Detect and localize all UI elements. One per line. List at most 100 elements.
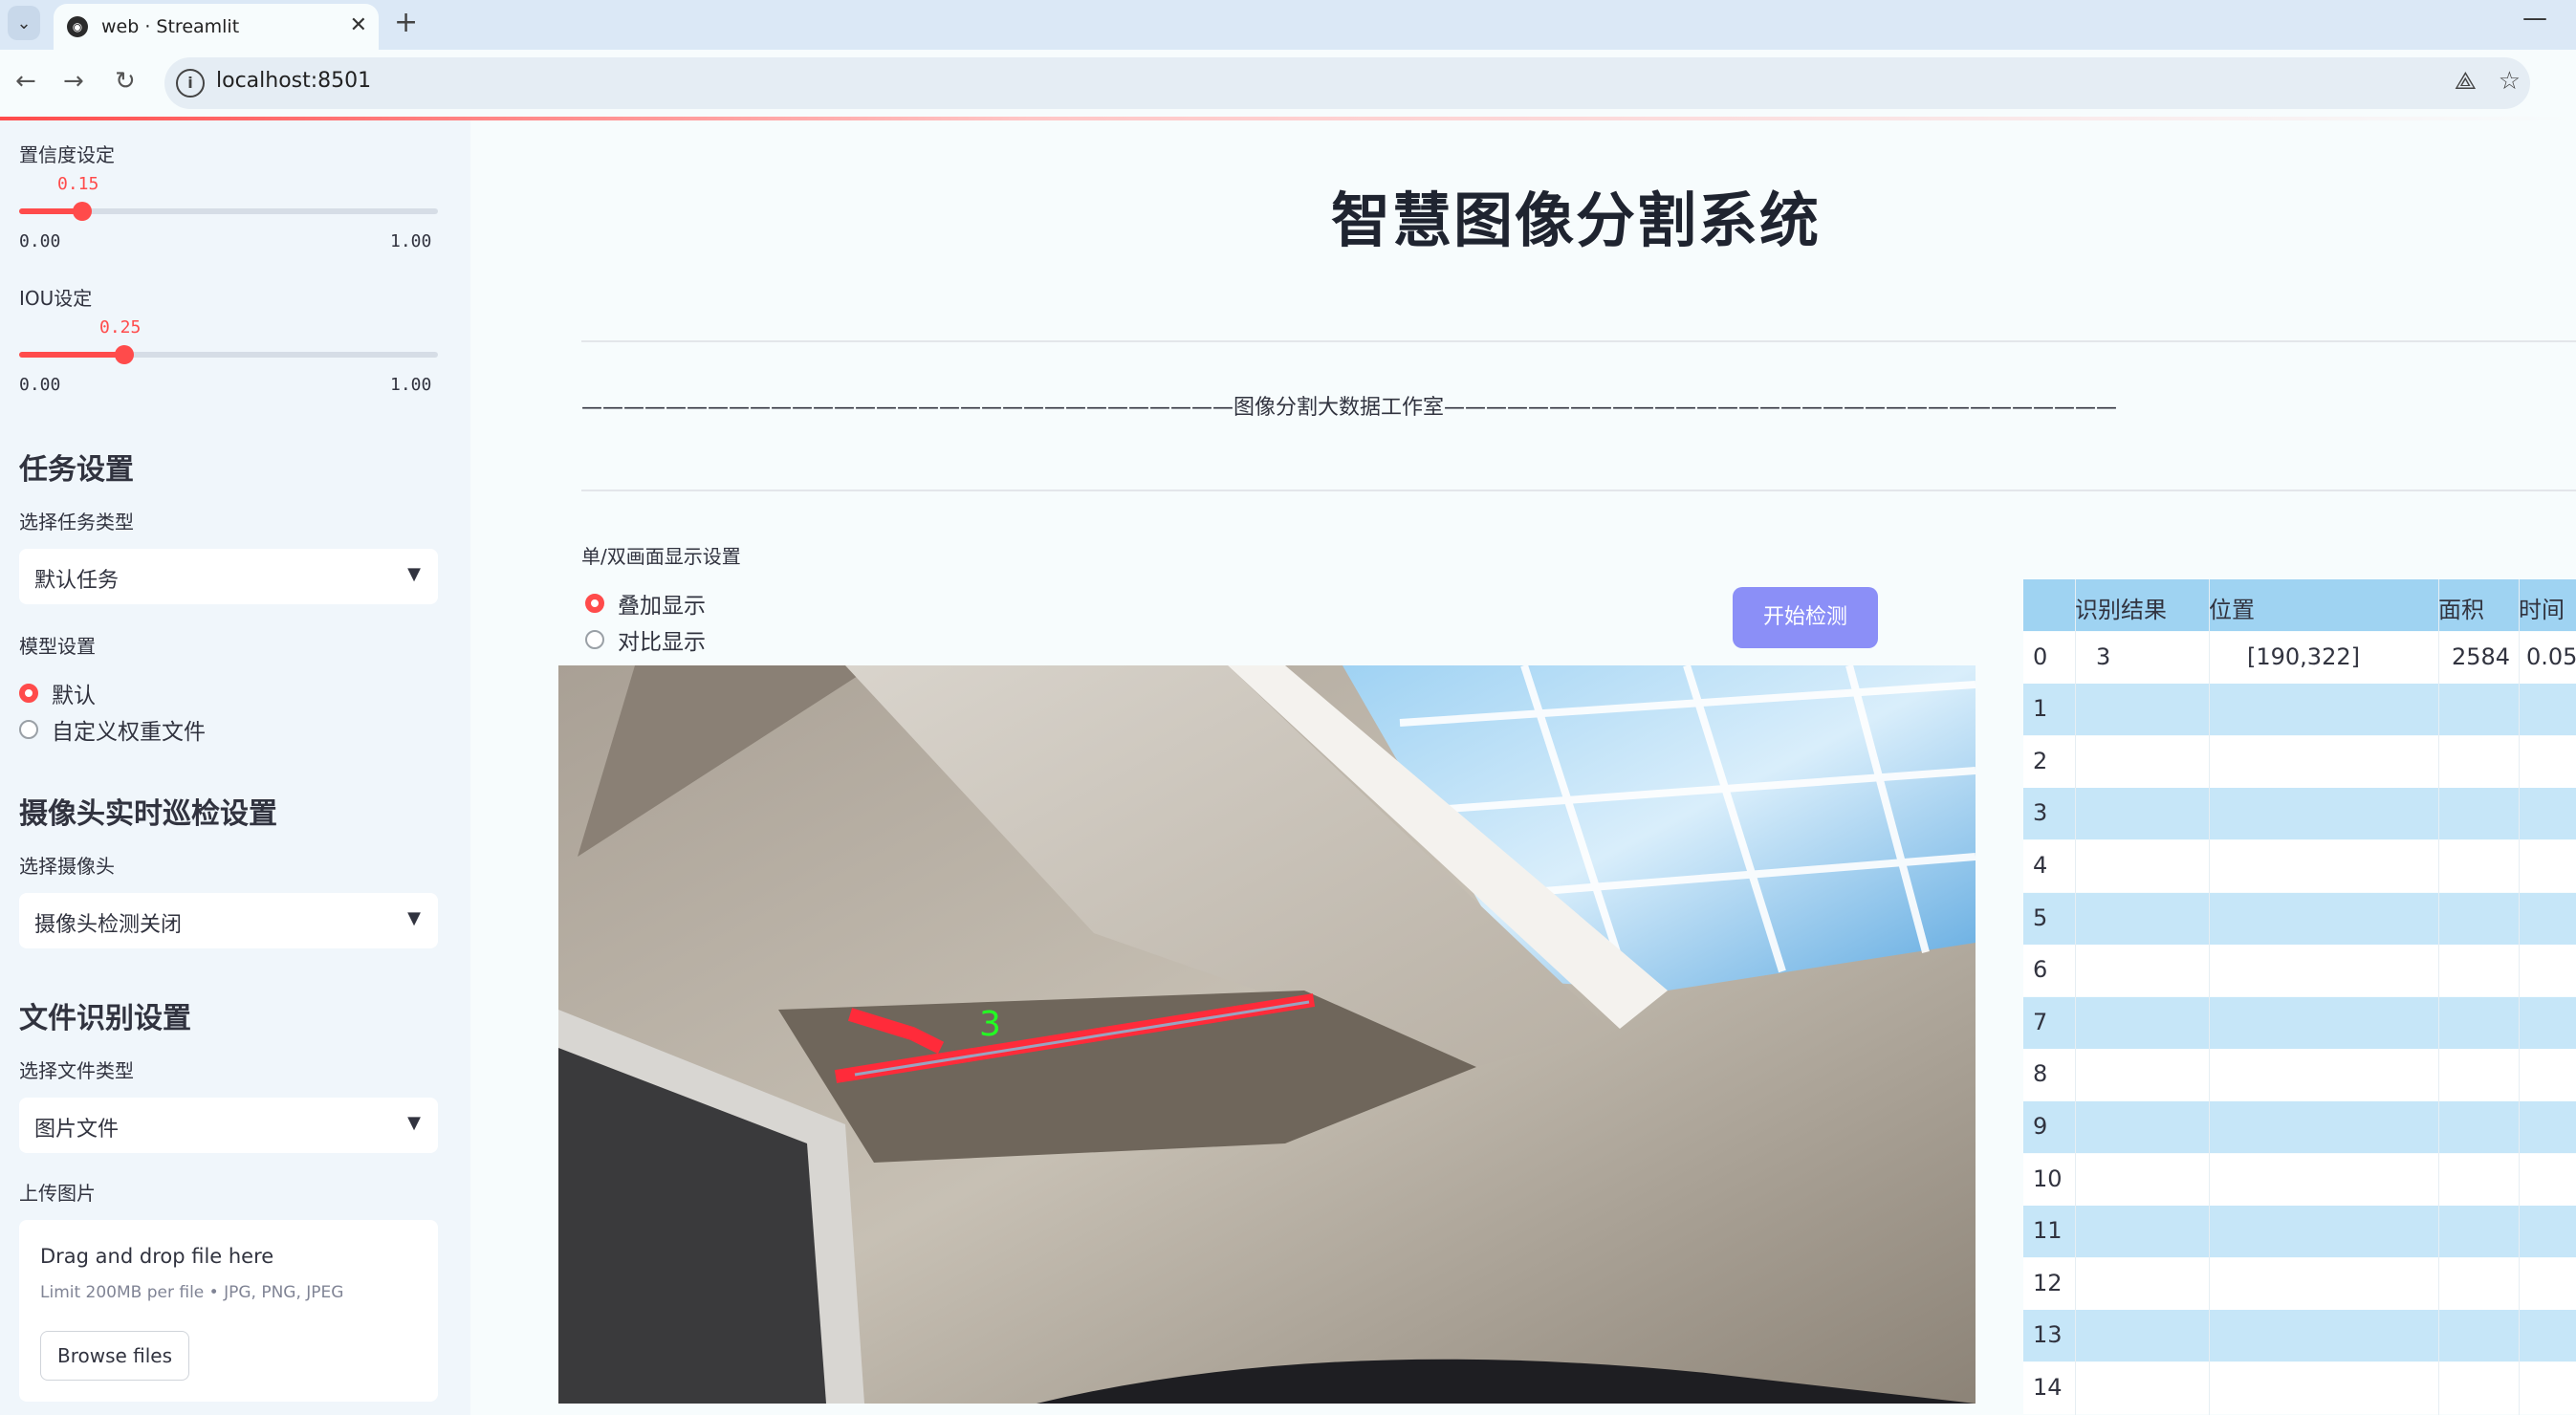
task-type-value: 默认任务 <box>34 569 120 593</box>
chevron-down-icon: ▼ <box>407 1113 421 1133</box>
row-index: 1 <box>2033 695 2048 723</box>
table-row[interactable]: 13 <box>2023 1310 2576 1362</box>
chevron-down-icon: ▼ <box>407 564 421 584</box>
upload-label: 上传图片 <box>19 1182 96 1205</box>
table-header-cell[interactable]: 识别结果 <box>2075 591 2167 624</box>
iou-label: IOU设定 <box>19 287 93 310</box>
table-header-cell[interactable]: 面积 <box>2438 591 2484 624</box>
table-row[interactable]: 2 <box>2023 735 2576 788</box>
table-cell: 2584 <box>2452 642 2511 670</box>
table-row[interactable]: 12 <box>2023 1257 2576 1310</box>
chevron-down-icon: ▼ <box>407 908 421 928</box>
table-column-divider <box>2209 579 2210 1415</box>
confidence-min: 0.00 <box>19 231 61 251</box>
file-type-label: 选择文件类型 <box>19 1059 134 1082</box>
new-tab-icon[interactable]: + <box>394 6 418 39</box>
table-row[interactable]: 14 <box>2023 1362 2576 1414</box>
browse-files-button[interactable]: Browse files <box>40 1331 189 1381</box>
close-tab-icon[interactable]: ✕ <box>350 13 367 37</box>
table-cell: 0.05 <box>2526 642 2576 670</box>
iou-value: 0.25 <box>99 317 142 337</box>
start-detection-button[interactable]: 开始检测 <box>1733 587 1878 648</box>
site-info-icon[interactable]: i <box>176 69 205 98</box>
table-column-divider <box>2075 579 2076 1415</box>
table-row[interactable]: 8 <box>2023 1049 2576 1101</box>
table-header-cell[interactable]: 时间 <box>2519 591 2565 624</box>
confidence-slider[interactable] <box>19 202 438 221</box>
row-index: 13 <box>2033 1321 2063 1349</box>
table-column-divider <box>2438 579 2439 1415</box>
file-uploader-dropzone[interactable]: Drag and drop file here Limit 200MB per … <box>19 1220 438 1402</box>
confidence-max: 1.00 <box>390 231 432 251</box>
row-index: 6 <box>2033 956 2048 984</box>
camera-settings-heading: 摄像头实时巡检设置 <box>19 797 277 831</box>
task-type-label: 选择任务类型 <box>19 511 134 533</box>
table-row[interactable]: 9 <box>2023 1101 2576 1153</box>
table-column-divider <box>2519 579 2520 1415</box>
model-option-default: 默认 <box>52 684 96 708</box>
upload-limit-text: Limit 200MB per file • JPG, PNG, JPEG <box>40 1283 344 1302</box>
camera-select[interactable]: 摄像头检测关闭 ▼ <box>19 893 438 948</box>
display-radio-compare[interactable]: 对比显示 <box>585 623 706 656</box>
row-index: 3 <box>2033 799 2048 827</box>
table-row[interactable]: 1 <box>2023 684 2576 736</box>
display-option-compare: 对比显示 <box>618 630 706 655</box>
table-header-cell[interactable]: 位置 <box>2209 591 2255 624</box>
row-index: 11 <box>2033 1217 2063 1245</box>
display-mode-label: 单/双画面显示设置 <box>581 545 741 568</box>
reload-icon[interactable]: ↻ <box>115 67 136 96</box>
model-settings-label: 模型设置 <box>19 635 96 658</box>
table-row[interactable]: 6 <box>2023 945 2576 997</box>
tab-search-chevron-icon[interactable]: ⌄ <box>8 6 40 40</box>
display-radio-overlay[interactable]: 叠加显示 <box>585 587 706 620</box>
table-row[interactable]: 11 <box>2023 1206 2576 1258</box>
iou-slider[interactable] <box>19 345 438 364</box>
minimize-window-icon[interactable]: — <box>2522 4 2547 33</box>
url-text[interactable]: localhost:8501 <box>216 69 371 93</box>
divider <box>581 340 2576 342</box>
camera-value: 摄像头检测关闭 <box>34 913 183 937</box>
row-index: 4 <box>2033 852 2048 879</box>
detection-result-image: 3 <box>558 665 1976 1404</box>
iou-slider-fill <box>19 352 124 358</box>
row-index: 9 <box>2033 1113 2048 1140</box>
banner-text: ———————————————————————————————图像分割大数据工作… <box>581 396 2118 420</box>
task-settings-heading: 任务设置 <box>19 453 134 487</box>
browser-tab-strip: ⌄ ◉ web · Streamlit ✕ + — <box>0 0 2576 50</box>
row-index: 10 <box>2033 1165 2063 1192</box>
file-type-select[interactable]: 图片文件 ▼ <box>19 1098 438 1153</box>
row-index: 5 <box>2033 903 2048 931</box>
forward-arrow-icon[interactable]: → <box>63 67 84 96</box>
table-row[interactable]: 5 <box>2023 892 2576 945</box>
display-option-overlay: 叠加显示 <box>618 594 706 619</box>
browser-tab[interactable]: ◉ web · Streamlit ✕ <box>54 4 379 50</box>
row-index: 12 <box>2033 1269 2063 1296</box>
confidence-value: 0.15 <box>57 174 99 194</box>
camera-label: 选择摄像头 <box>19 855 115 878</box>
confidence-slider-thumb[interactable] <box>72 202 92 221</box>
table-row[interactable]: 0 3 [190,322] 2584 0.05 <box>2023 631 2576 684</box>
table-row[interactable]: 4 <box>2023 840 2576 892</box>
table-row[interactable]: 7 <box>2023 996 2576 1049</box>
row-index: 14 <box>2033 1374 2063 1401</box>
result-image-svg: 3 <box>558 665 1976 1404</box>
page-title: 智慧图像分割系统 <box>1331 185 1822 255</box>
radio-unselected-icon <box>585 630 604 649</box>
row-index: 7 <box>2033 1008 2048 1035</box>
table-row[interactable]: 3 <box>2023 788 2576 840</box>
back-arrow-icon[interactable]: ← <box>15 67 36 96</box>
table-row[interactable]: 10 <box>2023 1153 2576 1206</box>
address-bar[interactable]: i localhost:8501 ⟁ ☆ <box>164 57 2530 109</box>
model-radio-custom[interactable]: 自定义权重文件 <box>19 713 206 746</box>
iou-max: 1.00 <box>390 375 432 395</box>
task-type-select[interactable]: 默认任务 ▼ <box>19 549 438 604</box>
translate-icon[interactable]: ⟁ <box>2455 67 2477 97</box>
file-settings-heading: 文件识别设置 <box>19 1002 191 1035</box>
iou-slider-thumb[interactable] <box>114 345 134 364</box>
row-index: 8 <box>2033 1060 2048 1088</box>
row-index: 0 <box>2033 642 2048 670</box>
tab-title: web · Streamlit <box>101 16 240 37</box>
model-radio-default[interactable]: 默认 <box>19 677 96 709</box>
bookmark-star-icon[interactable]: ☆ <box>2499 67 2521 96</box>
detection-class-label: 3 <box>979 1005 1001 1044</box>
